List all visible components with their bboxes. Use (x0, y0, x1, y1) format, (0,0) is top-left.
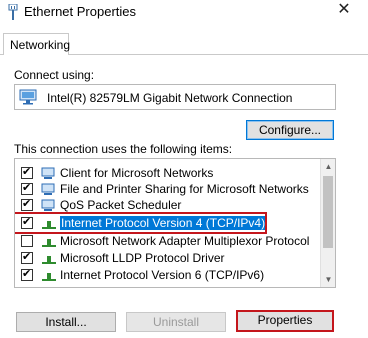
checkbox[interactable]: ✔ (21, 166, 33, 179)
close-icon: ✕ (337, 1, 351, 18)
network-adapter-icon (19, 89, 37, 105)
list-item[interactable]: Microsoft Network Adapter Multiplexor Pr… (15, 233, 320, 249)
item-label: File and Printer Sharing for Microsoft N… (60, 182, 309, 196)
protocol-icon (42, 273, 56, 281)
title-bar: Ethernet Properties ✕ (0, 0, 368, 26)
items-label: This connection uses the following items… (14, 142, 233, 156)
checkmark-icon: ✔ (22, 182, 32, 194)
scroll-up-icon[interactable]: ▲ (321, 159, 335, 174)
uninstall-button: Uninstall (126, 312, 226, 332)
checkmark-icon: ✔ (22, 268, 32, 280)
scroll-thumb[interactable] (323, 176, 333, 248)
list-item[interactable]: ✔ Client for Microsoft Networks (15, 165, 320, 181)
protocol-icon (42, 239, 56, 247)
checkbox[interactable]: ✔ (21, 198, 33, 211)
checkmark-icon: ✔ (22, 216, 32, 228)
item-label: Microsoft LLDP Protocol Driver (60, 251, 225, 265)
item-label: Internet Protocol Version 4 (TCP/IPv4) (60, 216, 267, 230)
scrollbar[interactable]: ▲ ▼ (320, 159, 335, 287)
list-item-selected[interactable]: ✔ Internet Protocol Version 4 (TCP/IPv4) (15, 212, 320, 234)
checkbox[interactable]: ✔ (21, 251, 33, 264)
adapter-field: Intel(R) 82579LM Gigabit Network Connect… (14, 84, 336, 110)
list-item[interactable]: ✔ QoS Packet Scheduler (15, 197, 320, 213)
checkbox[interactable] (21, 235, 33, 247)
protocol-icon (42, 256, 56, 264)
checkmark-icon: ✔ (22, 166, 32, 178)
protocol-icon (42, 221, 56, 229)
close-button[interactable]: ✕ (330, 0, 358, 22)
ethernet-icon (8, 4, 18, 20)
checkbox[interactable]: ✔ (21, 216, 33, 229)
checkbox[interactable]: ✔ (21, 268, 33, 281)
tab-networking[interactable]: Networking (3, 33, 71, 55)
checkmark-icon: ✔ (22, 251, 32, 263)
list-item[interactable]: ✔ File and Printer Sharing for Microsoft… (15, 181, 320, 197)
checkbox[interactable]: ✔ (21, 182, 33, 195)
list-item[interactable]: ✔ Microsoft LLDP Protocol Driver (15, 250, 320, 266)
configure-button[interactable]: Configure... (246, 120, 334, 140)
install-button[interactable]: Install... (16, 312, 116, 332)
item-label: Client for Microsoft Networks (60, 166, 214, 180)
item-label: Microsoft Network Adapter Multiplexor Pr… (60, 234, 310, 248)
tab-networking-label: Networking (10, 38, 71, 52)
client-icon (41, 167, 55, 179)
scroll-down-icon[interactable]: ▼ (321, 272, 335, 287)
item-label: Internet Protocol Version 6 (TCP/IPv6) (60, 268, 265, 282)
connect-using-label: Connect using: (14, 68, 95, 82)
qos-icon (41, 199, 55, 211)
items-list[interactable]: ✔ Client for Microsoft Networks ✔ File a… (14, 158, 336, 288)
item-label: QoS Packet Scheduler (60, 198, 182, 212)
adapter-name: Intel(R) 82579LM Gigabit Network Connect… (47, 91, 293, 105)
properties-button[interactable]: Properties (236, 310, 334, 332)
checkmark-icon: ✔ (22, 198, 32, 210)
file-share-icon (41, 183, 55, 195)
window-title: Ethernet Properties (24, 4, 137, 19)
list-item[interactable]: ✔ Internet Protocol Version 6 (TCP/IPv6) (15, 267, 320, 283)
